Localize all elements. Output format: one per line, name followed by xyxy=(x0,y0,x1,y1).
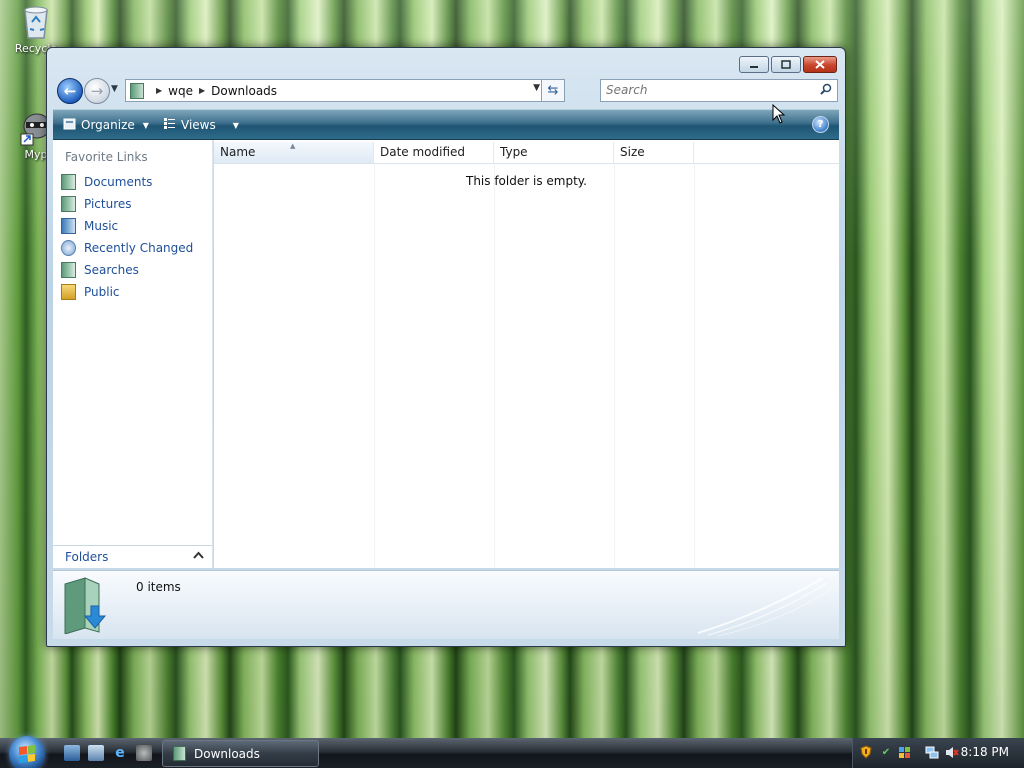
searches-icon xyxy=(61,262,76,278)
nav-item-label: Public xyxy=(84,285,120,299)
navigation-bar: ← → ▼ ▶ wqe ▶ Downloads ▼ ⇆ xyxy=(55,78,838,104)
start-button[interactable] xyxy=(9,736,45,768)
favorite-links-heading: Favorite Links xyxy=(65,150,148,164)
column-label: Name xyxy=(220,145,256,159)
recently-changed-icon xyxy=(61,240,76,256)
views-button[interactable]: Views ▼ xyxy=(163,117,239,133)
views-icon xyxy=(163,117,176,133)
folders-label: Folders xyxy=(65,550,109,564)
header-divider xyxy=(214,163,839,164)
column-header-name[interactable]: ▲ Name xyxy=(214,142,374,163)
pictures-icon xyxy=(61,196,76,212)
desktop-icon-label: Myp xyxy=(24,148,48,161)
mouse-cursor-icon xyxy=(772,104,786,124)
sort-ascending-icon: ▲ xyxy=(290,142,296,150)
taskbar-button-downloads[interactable]: Downloads xyxy=(162,740,319,767)
breadcrumb-downloads[interactable]: Downloads xyxy=(211,84,277,98)
details-pane: 0 items xyxy=(53,570,839,639)
column-divider xyxy=(374,164,375,568)
nav-item-label: Recently Changed xyxy=(84,241,194,255)
column-label: Type xyxy=(500,145,528,159)
windows-logo-icon xyxy=(19,744,35,764)
address-bar[interactable]: ▶ wqe ▶ Downloads ▼ ⇆ xyxy=(125,79,565,102)
breadcrumb-separator-icon[interactable]: ▶ xyxy=(156,86,162,95)
public-folder-icon xyxy=(61,284,76,300)
forward-button[interactable]: → xyxy=(84,78,110,104)
nav-item-pictures[interactable]: Pictures xyxy=(61,195,132,213)
views-label: Views xyxy=(181,118,216,132)
checkmark-icon[interactable]: ✔ xyxy=(879,745,893,759)
items-count: 0 items xyxy=(136,580,181,594)
chevron-up-icon[interactable] xyxy=(193,549,204,562)
folder-icon xyxy=(130,82,144,99)
back-arrow-icon: ← xyxy=(63,82,77,100)
chevron-down-icon: ▼ xyxy=(232,120,239,130)
column-divider xyxy=(694,164,695,568)
decorative-swoosh-icon xyxy=(697,577,832,637)
address-dropdown-icon[interactable]: ▼ xyxy=(533,83,540,93)
recent-pages-dropdown[interactable]: ▼ xyxy=(111,84,118,94)
nav-item-label: Pictures xyxy=(84,197,132,211)
clock[interactable]: 8:18 PM xyxy=(961,745,1009,759)
breadcrumb-separator-icon[interactable]: ▶ xyxy=(199,86,205,95)
command-bar: Organize ▼ Views ▼ ? xyxy=(53,109,839,140)
organize-button[interactable]: Organize ▼ xyxy=(63,117,149,133)
search-box[interactable] xyxy=(600,79,838,102)
nav-item-label: Searches xyxy=(84,263,139,277)
column-header-size[interactable]: Size xyxy=(614,142,694,163)
recycle-bin-icon xyxy=(19,2,53,40)
refresh-button[interactable]: ⇆ xyxy=(541,80,564,101)
search-icon[interactable] xyxy=(820,83,832,98)
system-tray: ✔ 8:18 PM xyxy=(852,738,1024,768)
folder-icon xyxy=(173,746,186,761)
search-input[interactable] xyxy=(601,80,806,99)
volume-muted-icon[interactable] xyxy=(945,745,959,759)
column-divider xyxy=(494,164,495,568)
help-button[interactable]: ? xyxy=(812,116,829,133)
taskbar-button-label: Downloads xyxy=(194,746,260,761)
maximize-button[interactable] xyxy=(771,56,801,73)
file-list[interactable]: ▲ Name Date modified Type Size This fold… xyxy=(214,140,839,568)
nav-item-documents[interactable]: Documents xyxy=(61,173,152,191)
chevron-down-icon: ▼ xyxy=(142,120,149,130)
nav-item-music[interactable]: Music xyxy=(61,217,118,235)
organize-label: Organize xyxy=(81,118,135,132)
column-label: Date modified xyxy=(380,145,466,159)
close-button[interactable] xyxy=(803,56,837,73)
show-desktop-icon[interactable] xyxy=(64,745,80,761)
empty-folder-message: This folder is empty. xyxy=(466,174,587,188)
explorer-window: ← → ▼ ▶ wqe ▶ Downloads ▼ ⇆ Search Organ… xyxy=(46,47,846,647)
forward-arrow-icon: → xyxy=(90,82,104,100)
refresh-icon: ⇆ xyxy=(547,83,559,98)
folders-toggle-bar[interactable]: Folders xyxy=(53,545,212,568)
column-header-date-modified[interactable]: Date modified xyxy=(374,142,494,163)
column-label: Size xyxy=(620,145,645,159)
windows-sidebar-icon[interactable] xyxy=(897,745,911,759)
minimize-button[interactable] xyxy=(739,56,769,73)
help-icon: ? xyxy=(817,119,824,130)
nav-item-public[interactable]: Public xyxy=(61,283,120,301)
chevron-down-icon: ▼ xyxy=(111,84,118,94)
raccoon-app-icon[interactable] xyxy=(136,745,152,761)
taskbar: e Downloads ✔ 8:18 PM xyxy=(0,736,1024,768)
nav-item-label: Documents xyxy=(84,175,153,189)
documents-icon xyxy=(61,174,76,190)
nav-item-searches[interactable]: Searches xyxy=(61,261,139,279)
downloads-folder-icon xyxy=(61,576,111,635)
switch-windows-icon[interactable] xyxy=(88,745,104,761)
column-divider xyxy=(614,164,615,568)
window-controls xyxy=(739,56,837,73)
network-icon[interactable] xyxy=(925,745,939,759)
internet-explorer-icon[interactable]: e xyxy=(112,745,128,761)
security-shield-icon[interactable] xyxy=(859,745,873,759)
organize-icon xyxy=(63,117,76,133)
column-header-type[interactable]: Type xyxy=(494,142,614,163)
navigation-pane: Favorite Links Documents Pictures Music … xyxy=(53,140,213,568)
music-icon xyxy=(61,218,76,234)
nav-item-label: Music xyxy=(84,219,119,233)
breadcrumb-wqe[interactable]: wqe xyxy=(168,84,193,98)
back-button[interactable]: ← xyxy=(57,78,83,104)
nav-item-recently-changed[interactable]: Recently Changed xyxy=(61,239,193,257)
